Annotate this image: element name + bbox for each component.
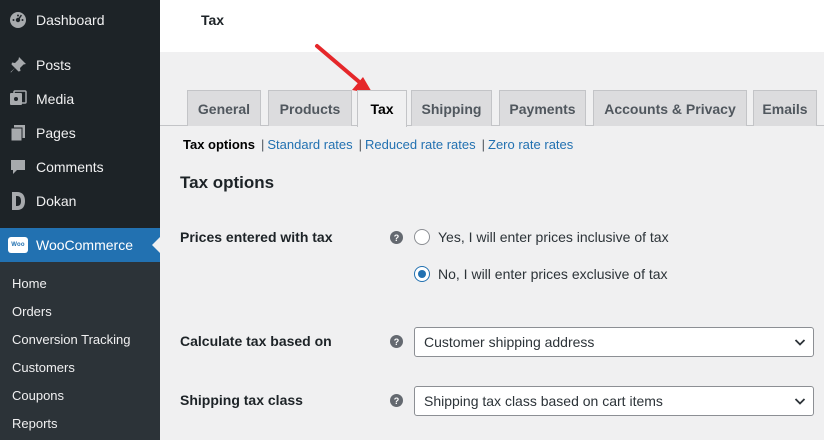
pages-icon (0, 124, 36, 142)
sidebar-item-label: Pages (36, 125, 76, 141)
submenu-item-conversion-tracking[interactable]: Conversion Tracking (12, 330, 131, 350)
submenu-item-orders[interactable]: Orders (12, 302, 52, 322)
active-indicator (152, 237, 160, 253)
subnav-separator: | (481, 137, 486, 152)
submenu-item-reports[interactable]: Reports (12, 414, 58, 434)
select-value: Shipping tax class based on cart items (424, 393, 663, 409)
tab-payments[interactable]: Payments (499, 90, 586, 126)
dokan-icon (0, 191, 36, 211)
sidebar-item-label: Comments (36, 159, 104, 175)
tab-general[interactable]: General (187, 90, 261, 126)
sidebar-item-comments[interactable]: Comments (0, 150, 160, 184)
shipping-tax-class-select[interactable]: Shipping tax class based on cart items (414, 386, 814, 416)
sidebar-item-media[interactable]: Media (0, 82, 160, 116)
subnav-separator: | (260, 137, 265, 152)
media-icon (0, 90, 36, 108)
admin-sidebar: Dashboard Posts Media Pages Comments Dok… (0, 0, 160, 440)
help-icon[interactable]: ? (390, 394, 403, 407)
dashboard-icon (0, 11, 36, 29)
sidebar-item-woocommerce[interactable]: Woo WooCommerce (0, 228, 160, 262)
submenu-item-home[interactable]: Home (12, 274, 47, 294)
radio-label: Yes, I will enter prices inclusive of ta… (438, 229, 669, 245)
woocommerce-submenu: Home Orders Conversion Tracking Customer… (0, 262, 160, 440)
help-icon[interactable]: ? (390, 335, 403, 348)
tab-tax[interactable]: Tax (357, 90, 407, 127)
chevron-down-icon (794, 339, 806, 346)
tab-accounts-privacy[interactable]: Accounts & Privacy (593, 90, 747, 126)
sidebar-item-pages[interactable]: Pages (0, 116, 160, 150)
woocommerce-icon: Woo (0, 237, 36, 253)
select-value: Customer shipping address (424, 334, 595, 350)
radio-prices-exclusive[interactable]: No, I will enter prices exclusive of tax (414, 266, 668, 282)
tab-products[interactable]: Products (268, 90, 352, 126)
shipping-tax-class-label: Shipping tax class (180, 392, 303, 408)
radio-button-checked[interactable] (414, 266, 430, 282)
comment-icon (0, 158, 36, 176)
tax-subnav: Tax options | Standard rates | Reduced rate … (183, 137, 573, 152)
prices-entered-label: Prices entered with tax (180, 229, 333, 245)
tab-emails[interactable]: Emails (753, 90, 817, 126)
subnav-separator: | (358, 137, 363, 152)
sidebar-item-label: Posts (36, 57, 72, 73)
radio-button[interactable] (414, 229, 430, 245)
calculate-tax-label: Calculate tax based on (180, 333, 332, 349)
submenu-item-customers[interactable]: Customers (12, 358, 75, 378)
sidebar-item-label: Dokan (36, 193, 77, 209)
subnav-tax-options[interactable]: Tax options (183, 137, 255, 152)
page-header: Tax (160, 0, 824, 52)
subnav-standard-rates[interactable]: Standard rates (267, 137, 352, 152)
sidebar-item-posts[interactable]: Posts (0, 48, 160, 82)
help-icon[interactable]: ? (390, 231, 403, 244)
sidebar-item-dokan[interactable]: Dokan (0, 184, 160, 218)
sidebar-item-dashboard[interactable]: Dashboard (0, 3, 160, 37)
pin-icon (0, 56, 36, 74)
subnav-zero-rate-rates[interactable]: Zero rate rates (488, 137, 573, 152)
settings-tabs: General Products Tax Shipping Payments A… (160, 90, 824, 127)
sidebar-item-label: WooCommerce (36, 237, 133, 253)
sidebar-item-label: Media (36, 91, 75, 107)
radio-label: No, I will enter prices exclusive of tax (438, 266, 668, 282)
tab-shipping[interactable]: Shipping (411, 90, 492, 126)
submenu-item-coupons[interactable]: Coupons (12, 386, 64, 406)
page-title: Tax (201, 12, 225, 28)
section-title: Tax options (180, 173, 275, 192)
radio-prices-inclusive[interactable]: Yes, I will enter prices inclusive of ta… (414, 229, 669, 245)
chevron-down-icon (794, 398, 806, 405)
calculate-tax-select[interactable]: Customer shipping address (414, 327, 814, 357)
sidebar-item-label: Dashboard (36, 12, 105, 28)
subnav-reduced-rate-rates[interactable]: Reduced rate rates (365, 137, 476, 152)
